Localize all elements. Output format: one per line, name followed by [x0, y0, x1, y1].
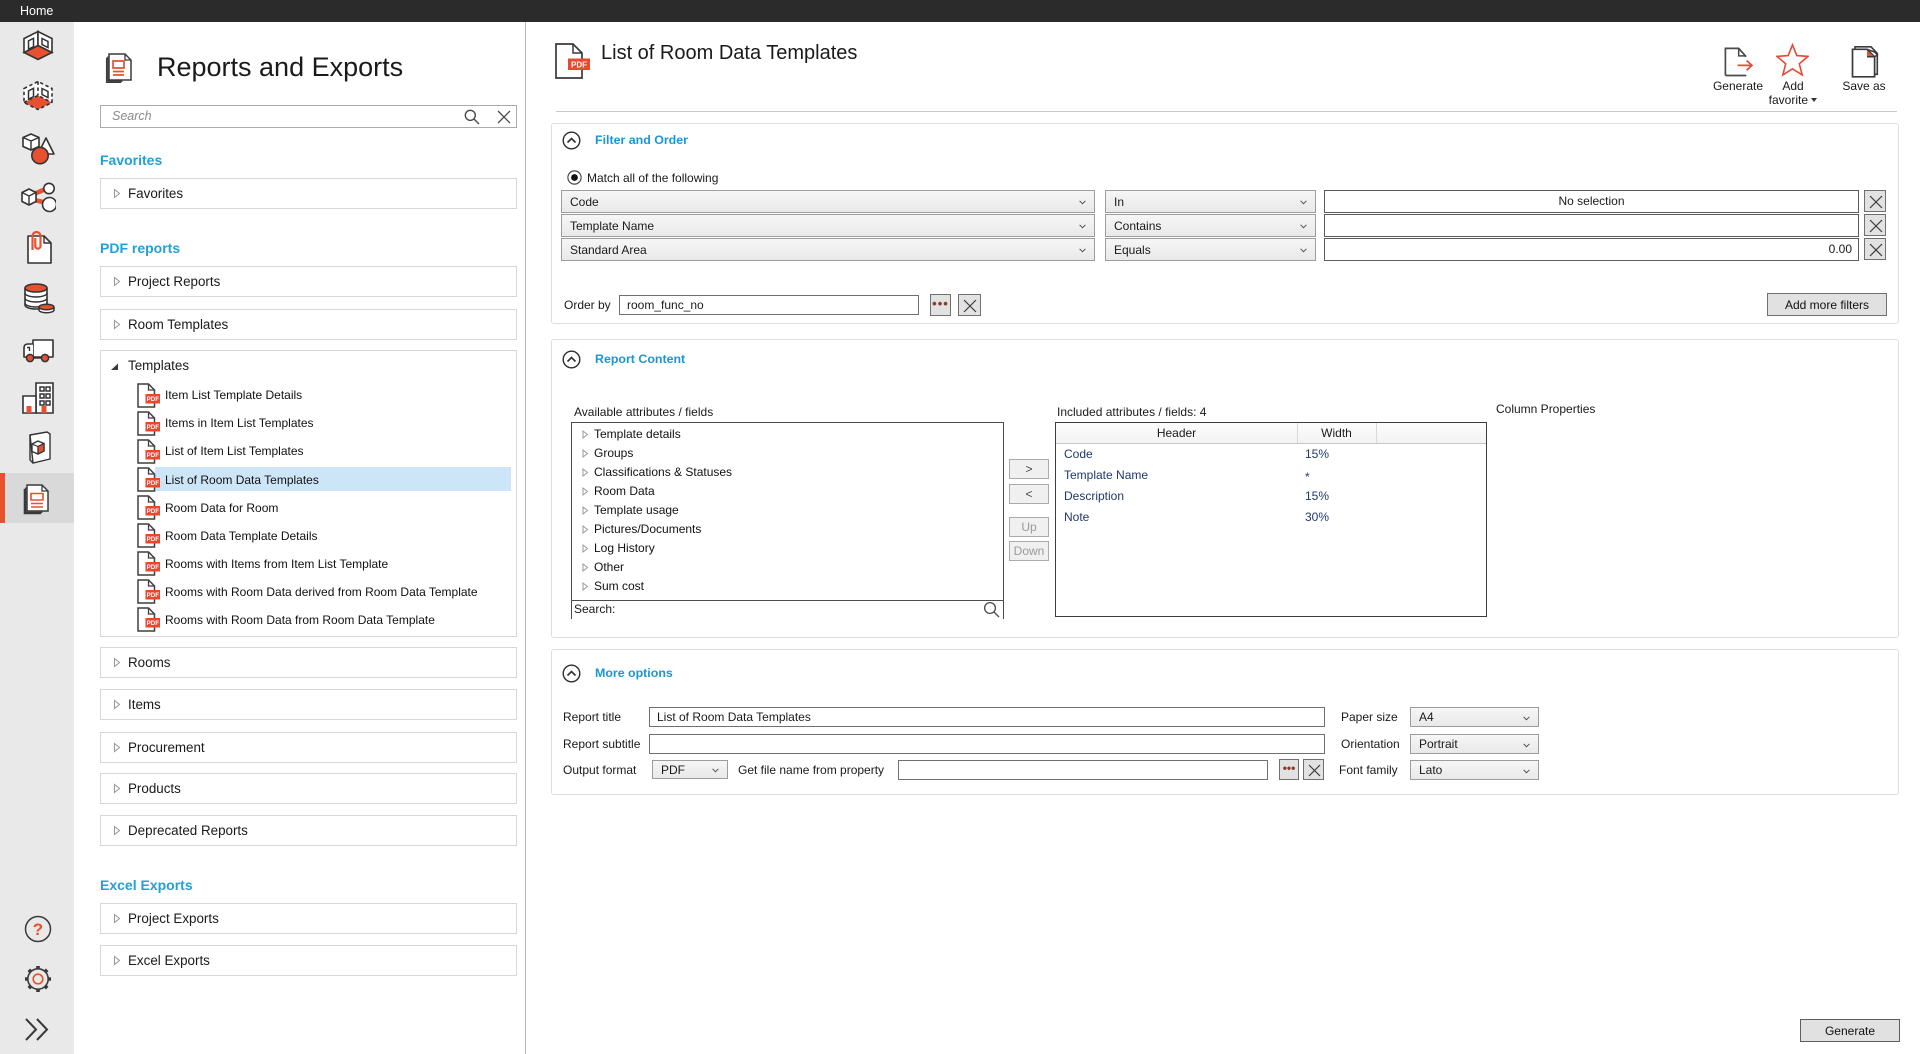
svg-text:PDF: PDF — [571, 60, 587, 69]
svg-text:?: ? — [33, 920, 43, 939]
